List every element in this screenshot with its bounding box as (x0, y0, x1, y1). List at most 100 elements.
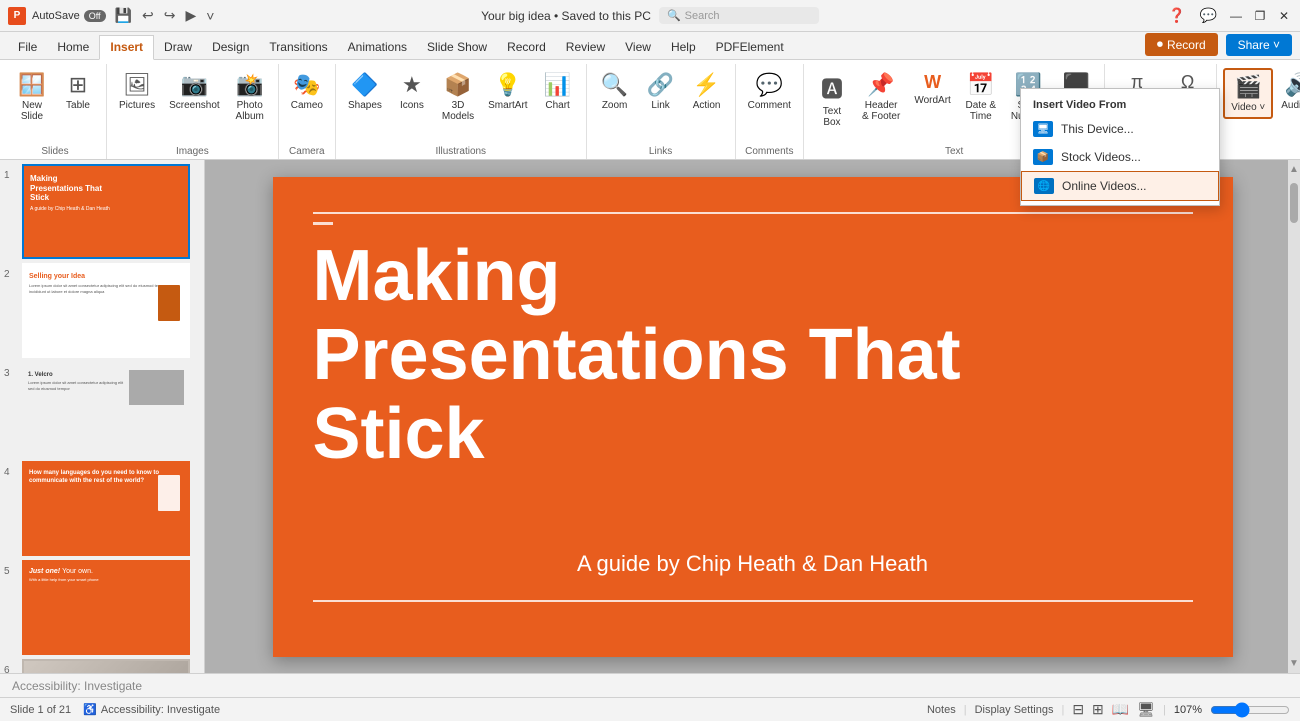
photo-album-button[interactable]: 📸 PhotoAlbum (228, 68, 272, 126)
online-videos-icon: 🌐 (1034, 178, 1054, 194)
thumb5-content: Just one! Your own. With a little help f… (24, 562, 188, 582)
audio-icon: 🔊 (1285, 72, 1300, 98)
tab-design[interactable]: Design (202, 36, 259, 59)
slide-subtitle[interactable]: A guide by Chip Heath & Dan Heath (313, 551, 1193, 577)
media-group-label (1223, 155, 1300, 159)
slide-num-2: 2 (4, 263, 18, 280)
tab-help[interactable]: Help (661, 36, 706, 59)
autosave-toggle[interactable]: Off (84, 10, 106, 22)
zoom-button[interactable]: 🔍 Zoom (593, 68, 637, 115)
slide-img-1[interactable]: MakingPresentations ThatStick A guide by… (22, 164, 190, 259)
scroll-thumb[interactable] (1290, 183, 1298, 223)
dropdown-item-this-device[interactable]: 🖥 This Device... (1021, 115, 1219, 143)
dropdown-header: Insert Video From (1021, 93, 1219, 115)
new-slide-button[interactable]: 🪟 NewSlide (10, 68, 54, 126)
minimize-button[interactable]: — (1228, 8, 1244, 24)
illustrations-group-content: 🔷 Shapes ★ Icons 📦 3DModels 💡 SmartArt 📊… (342, 64, 580, 144)
shapes-button[interactable]: 🔷 Shapes (342, 68, 388, 115)
help-icon[interactable]: ❓ (1165, 5, 1188, 26)
3d-models-icon: 📦 (444, 72, 471, 98)
slide-main-title[interactable]: MakingPresentations ThatStick (313, 237, 961, 475)
tab-draw[interactable]: Draw (154, 36, 202, 59)
icons-icon: ★ (402, 72, 422, 98)
autosave-label: AutoSave (32, 10, 80, 22)
normal-view-icon[interactable]: ⊟ (1072, 701, 1084, 718)
slide-thumb-6[interactable]: 6 🏔 (4, 659, 200, 673)
slide-img-5[interactable]: Just one! Your own. With a little help f… (22, 560, 190, 655)
redo-icon[interactable]: ↪ (161, 5, 179, 26)
link-button[interactable]: 🔗 Link (639, 68, 683, 115)
slide-img-3[interactable]: 1. Velcro Lorem ipsum dolor sit amet con… (22, 362, 190, 457)
feedback-icon[interactable]: 💬 (1197, 5, 1220, 26)
presenter-view-icon[interactable]: 🖥 (1137, 701, 1155, 718)
tab-pdfelement[interactable]: PDFElement (706, 36, 794, 59)
tab-file[interactable]: File (8, 36, 47, 59)
notes-button[interactable]: Notes (927, 704, 956, 716)
tab-view[interactable]: View (615, 36, 661, 59)
slide-img-4[interactable]: How many languages do you need to know t… (22, 461, 190, 556)
header-footer-button[interactable]: 📌 Header& Footer (856, 68, 906, 126)
undo-icon[interactable]: ↩ (139, 5, 157, 26)
action-button[interactable]: ⚡ Action (685, 68, 729, 115)
slide-img-6[interactable]: 🏔 (22, 659, 190, 673)
audio-button[interactable]: 🔊 Audio ˅ (1275, 68, 1300, 115)
zoom-slider[interactable] (1210, 702, 1290, 718)
title-bar-center: Your big idea • Saved to this PC 🔍 Searc… (481, 7, 819, 24)
tab-slideshow[interactable]: Slide Show (417, 36, 497, 59)
chart-button[interactable]: 📊 Chart (536, 68, 580, 115)
thumb4-content: How many languages do you need to know t… (24, 463, 188, 488)
slide-sorter-icon[interactable]: ⊞ (1092, 701, 1104, 718)
tab-transitions[interactable]: Transitions (259, 36, 337, 59)
thumb1-sub: A guide by Chip Heath & Dan Heath (24, 205, 188, 213)
pictures-button[interactable]: 🖼 Pictures (113, 68, 161, 115)
ribbon-group-images: 🖼 Pictures 📷 Screenshot 📸 PhotoAlbum Ima… (107, 64, 279, 159)
online-videos-label: Online Videos... (1062, 179, 1147, 193)
comment-button[interactable]: 💬 Comment (742, 68, 797, 115)
textbox-button[interactable]: 🅰 TextBox (810, 68, 854, 132)
comments-group-content: 💬 Comment (742, 64, 797, 144)
dropdown-item-stock-videos[interactable]: 📦 Stock Videos... (1021, 143, 1219, 171)
slide-thumb-1[interactable]: 1 MakingPresentations ThatStick A guide … (4, 164, 200, 259)
slide-thumb-3[interactable]: 3 1. Velcro Lorem ipsum dolor sit amet c… (4, 362, 200, 457)
record-button[interactable]: ⏺ Record (1145, 33, 1218, 56)
more-icon[interactable]: ˅ (203, 6, 217, 26)
dropdown-item-online-videos[interactable]: 🌐 Online Videos... (1021, 171, 1219, 201)
slides-panel[interactable]: 1 MakingPresentations ThatStick A guide … (0, 160, 205, 673)
canvas-area[interactable]: MakingPresentations ThatStick A guide by… (205, 160, 1300, 673)
video-button[interactable]: 🎬 Video ˅ (1223, 68, 1273, 119)
slide-thumb-5[interactable]: 5 Just one! Your own. With a little help… (4, 560, 200, 655)
photo-album-icon: 📸 (236, 72, 263, 98)
close-button[interactable]: ✕ (1276, 8, 1292, 24)
reading-view-icon[interactable]: 📖 (1112, 701, 1129, 718)
title-bar: P AutoSave Off 💾 ↩ ↪ ▶ ˅ Your big idea •… (0, 0, 1300, 32)
search-box[interactable]: 🔍 Search (659, 7, 819, 24)
share-button[interactable]: Share ˅ (1226, 34, 1292, 56)
status-bar-right: Notes | Display Settings | ⊟ ⊞ 📖 🖥 | 107… (927, 701, 1290, 718)
slide-img-2[interactable]: Selling your Idea Lorem ipsum dolor sit … (22, 263, 190, 358)
present-icon[interactable]: ▶ (182, 5, 199, 26)
3d-models-button[interactable]: 📦 3DModels (436, 68, 480, 126)
icons-button[interactable]: ★ Icons (390, 68, 434, 115)
tab-review[interactable]: Review (556, 36, 615, 59)
thumb2-title: Selling your Idea (29, 269, 183, 280)
ribbon-group-illustrations: 🔷 Shapes ★ Icons 📦 3DModels 💡 SmartArt 📊… (336, 64, 587, 159)
screenshot-button[interactable]: 📷 Screenshot (163, 68, 226, 115)
tab-home[interactable]: Home (47, 36, 99, 59)
table-button[interactable]: ⊞ Table (56, 68, 100, 115)
wordart-button[interactable]: W WordArt (908, 68, 957, 110)
thumb3-content: 1. Velcro Lorem ipsum dolor sit amet con… (24, 364, 188, 395)
slides-group-label: Slides (10, 144, 100, 159)
tab-insert[interactable]: Insert (99, 35, 154, 60)
slide-thumb-2[interactable]: 2 Selling your Idea Lorem ipsum dolor si… (4, 263, 200, 358)
smartart-button[interactable]: 💡 SmartArt (482, 68, 533, 115)
save-icon[interactable]: 💾 (112, 5, 135, 26)
restore-button[interactable]: ❐ (1252, 8, 1268, 24)
cameo-button[interactable]: 🎭 Cameo (285, 68, 329, 115)
display-settings-button[interactable]: Display Settings (975, 704, 1054, 716)
vertical-scrollbar[interactable]: ▲ ▼ (1288, 160, 1300, 673)
slide-thumb-4[interactable]: 4 How many languages do you need to know… (4, 461, 200, 556)
tab-record[interactable]: Record (497, 36, 556, 59)
tab-animations[interactable]: Animations (338, 36, 417, 59)
date-time-button[interactable]: 📅 Date &Time (959, 68, 1003, 126)
status-bar: Slide 1 of 21 ♿ Accessibility: Investiga… (0, 697, 1300, 721)
